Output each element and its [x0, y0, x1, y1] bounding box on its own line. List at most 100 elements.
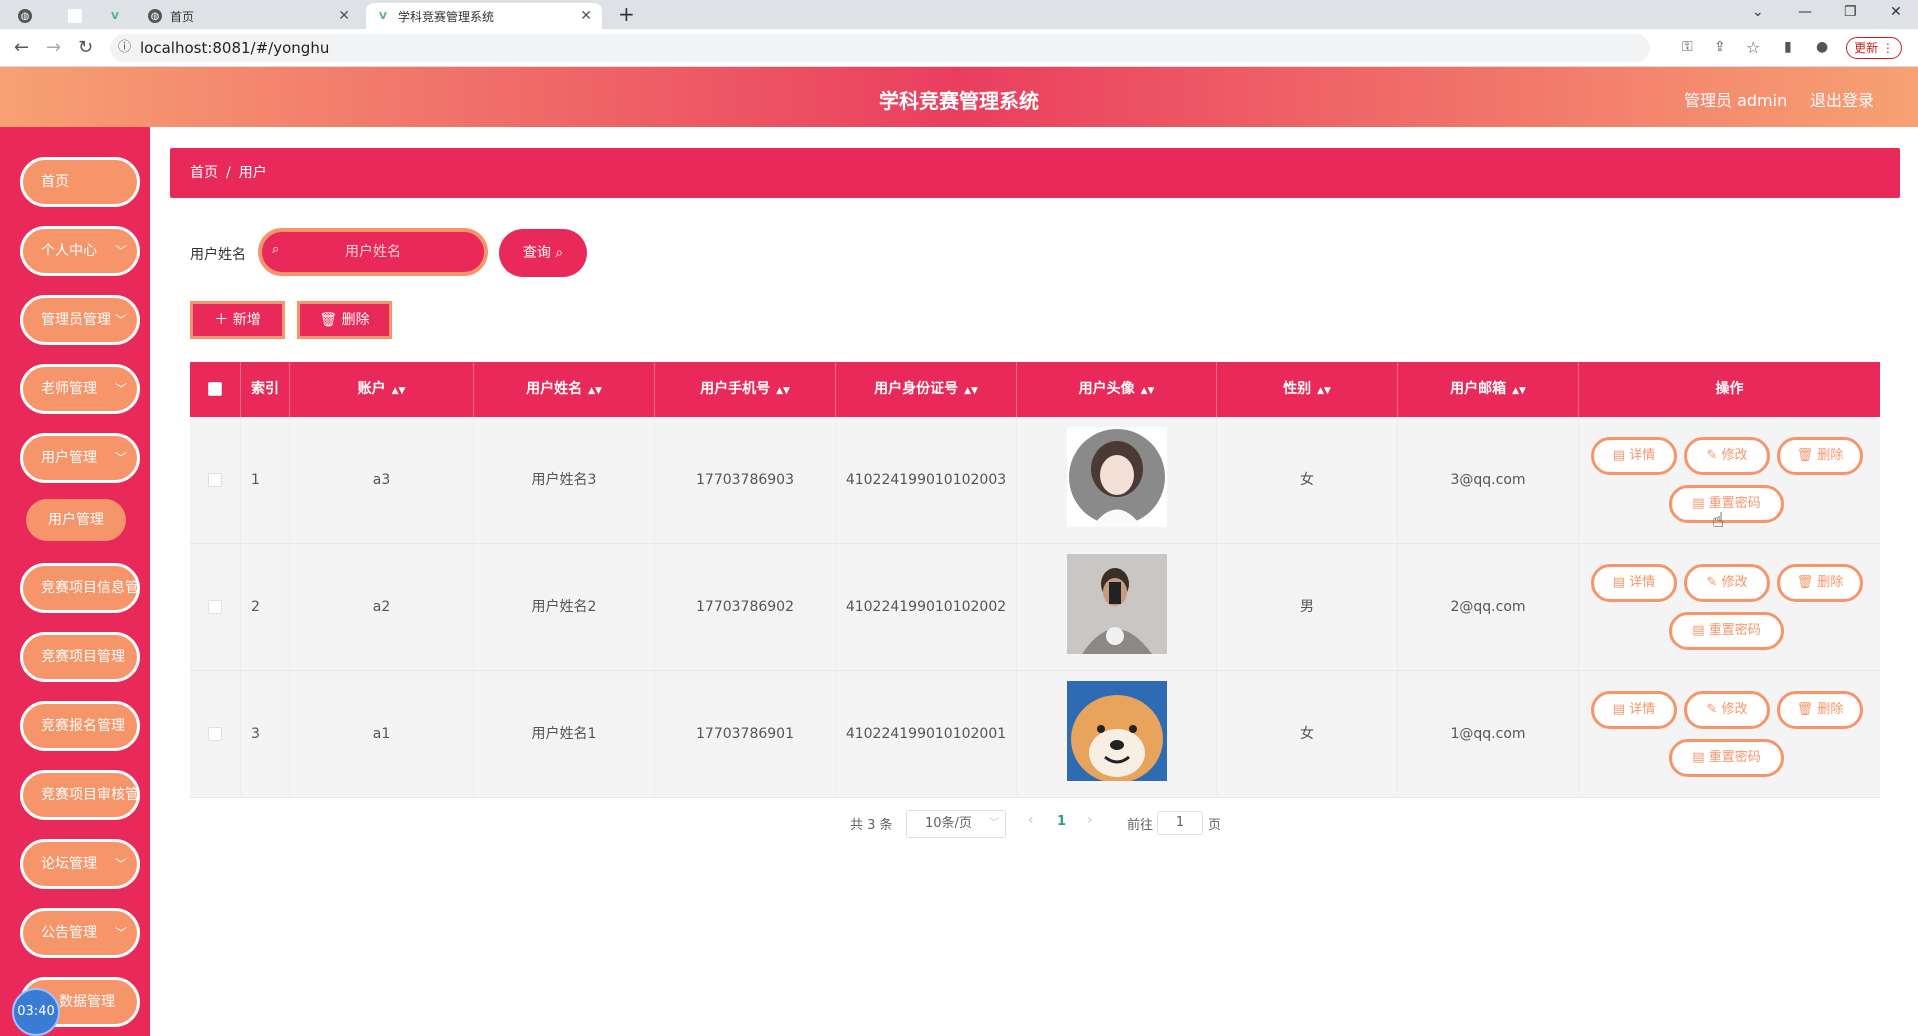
- sort-icon[interactable]: ▲▼: [964, 386, 978, 396]
- browser-tab-active[interactable]: V 学科竞赛管理系统 ✕: [366, 3, 602, 29]
- avatar[interactable]: [1067, 554, 1167, 654]
- detail-button[interactable]: ▤ 详情: [1591, 437, 1677, 475]
- sidebar-subitem-user-management[interactable]: 用户管理: [26, 499, 126, 541]
- detail-button-label: 详情: [1629, 448, 1656, 463]
- url-field[interactable]: ⓘ localhost:8081/#/yonghu: [110, 34, 1650, 62]
- column-header-gender[interactable]: 性别 ▲▼: [1217, 362, 1398, 417]
- sort-icon[interactable]: ▲▼: [776, 386, 790, 396]
- goto-page-input[interactable]: 1: [1157, 811, 1203, 835]
- key-icon[interactable]: ⚿: [1682, 39, 1693, 55]
- sidebar-item-reviews[interactable]: 竞赛项目审核管理: [20, 770, 140, 820]
- sidebar-item-competition-info[interactable]: 竞赛项目信息管理: [20, 563, 140, 613]
- column-header-idcard[interactable]: 用户身份证号 ▲▼: [836, 362, 1017, 417]
- sidebar-item-admins[interactable]: 管理员管理 ﹀: [20, 295, 140, 345]
- edit-button[interactable]: ✎ 修改: [1684, 437, 1770, 475]
- select-all-checkbox[interactable]: [208, 382, 222, 396]
- table-row: 3 a1 用户姓名1 17703786901 41022419901010200…: [190, 671, 1880, 798]
- table-header: 索引 账户 ▲▼ 用户姓名 ▲▼ 用户手机号 ▲▼ 用户身份证号 ▲▼ 用户头像 ▲▼ 性…: [190, 362, 1880, 417]
- edit-button[interactable]: ✎ 修改: [1684, 564, 1770, 602]
- chevron-down-icon[interactable]: ⌄: [1752, 4, 1764, 20]
- restore-icon[interactable]: ❐: [1844, 4, 1857, 20]
- sort-icon[interactable]: ▲▼: [1141, 386, 1155, 396]
- reload-icon[interactable]: ↻: [78, 37, 93, 58]
- row-checkbox[interactable]: [208, 727, 222, 741]
- close-icon[interactable]: ✕: [580, 8, 592, 24]
- column-header-phone[interactable]: 用户手机号 ▲▼: [655, 362, 836, 417]
- sidebar-item-registrations[interactable]: 竞赛报名管理: [20, 701, 140, 751]
- update-button[interactable]: 更新 ⋮: [1846, 37, 1902, 59]
- new-tab-button[interactable]: +: [618, 2, 635, 26]
- avatar[interactable]: [1067, 681, 1167, 781]
- sidebar-item-label: 竞赛报名管理: [41, 718, 125, 734]
- breadcrumb-home[interactable]: 首页: [190, 165, 218, 181]
- row-checkbox[interactable]: [208, 600, 222, 614]
- share-icon[interactable]: ⇪: [1714, 39, 1726, 55]
- row-checkbox[interactable]: [208, 473, 222, 487]
- detail-button[interactable]: ▤ 详情: [1591, 564, 1677, 602]
- sidebar-item-forum[interactable]: 论坛管理 ﹀: [20, 839, 140, 889]
- sidebar-item-users[interactable]: 用户管理 ﹀: [20, 433, 140, 483]
- row-delete-button[interactable]: 🗑 删除: [1777, 564, 1863, 602]
- browser-tab-home[interactable]: ◍ 首页 ✕: [138, 3, 360, 29]
- logout-link[interactable]: 退出登录: [1810, 87, 1874, 111]
- delete-button[interactable]: 🗑 删除: [297, 301, 392, 339]
- sort-icon[interactable]: ▲▼: [588, 386, 602, 396]
- cell-name: 用户姓名2: [474, 544, 655, 671]
- sort-icon[interactable]: ▲▼: [1512, 386, 1526, 396]
- column-header-label: 用户头像: [1078, 381, 1135, 397]
- sidebar-item-label: 管理员管理: [41, 312, 111, 328]
- row-delete-button[interactable]: 🗑 删除: [1777, 691, 1863, 729]
- detail-button[interactable]: ▤ 详情: [1591, 691, 1677, 729]
- sidebar-item-teachers[interactable]: 老师管理 ﹀: [20, 364, 140, 414]
- document-icon: ▤: [1612, 575, 1626, 590]
- prev-page-icon[interactable]: ‹: [1028, 812, 1034, 828]
- sidebar-item-competition-projects[interactable]: 竞赛项目管理: [20, 632, 140, 682]
- avatar[interactable]: [1067, 427, 1167, 527]
- edit-button[interactable]: ✎ 修改: [1684, 691, 1770, 729]
- reset-password-button[interactable]: ▤ 重置密码: [1669, 612, 1784, 650]
- trash-icon: 🗑: [1796, 575, 1814, 590]
- star-icon[interactable]: ☆: [1746, 38, 1760, 57]
- add-button-label: 新增: [232, 312, 261, 328]
- column-header-email[interactable]: 用户邮箱 ▲▼: [1398, 362, 1579, 417]
- row-delete-button[interactable]: 🗑 删除: [1777, 437, 1863, 475]
- column-header-name[interactable]: 用户姓名 ▲▼: [474, 362, 655, 417]
- page-size-select[interactable]: 10条/页 ﹀: [906, 810, 1006, 838]
- sidebar-item-notices[interactable]: 公告管理 ﹀: [20, 908, 140, 958]
- info-icon[interactable]: ⓘ: [118, 34, 131, 62]
- globe-icon: ◍: [18, 9, 32, 23]
- sidepanel-icon[interactable]: ▮: [1784, 39, 1792, 55]
- browser-tab[interactable]: [58, 3, 98, 29]
- close-window-icon[interactable]: ✕: [1890, 4, 1902, 20]
- address-bar-row: ← → ↻ ⓘ localhost:8081/#/yonghu ⚿ ⇪ ☆ ▮ …: [0, 29, 1918, 67]
- forward-icon[interactable]: →: [46, 37, 61, 58]
- sort-icon[interactable]: ▲▼: [392, 386, 406, 396]
- breadcrumb-current: 用户: [238, 165, 267, 181]
- browser-tab[interactable]: V: [98, 3, 138, 29]
- cell-gender: 男: [1217, 544, 1398, 671]
- current-page[interactable]: 1: [1057, 814, 1066, 829]
- delete-button-label: 删除: [1817, 702, 1844, 717]
- column-header-avatar[interactable]: 用户头像 ▲▼: [1017, 362, 1217, 417]
- sort-icon[interactable]: ▲▼: [1317, 386, 1331, 396]
- document-icon: ▤: [1692, 496, 1705, 511]
- sidebar-item-profile[interactable]: 个人中心 ﹀: [20, 226, 140, 276]
- reset-password-button[interactable]: ▤ 重置密码: [1669, 739, 1784, 777]
- close-icon[interactable]: ✕: [338, 8, 350, 24]
- next-page-icon[interactable]: ›: [1087, 812, 1093, 828]
- column-header-account[interactable]: 账户 ▲▼: [290, 362, 474, 417]
- browser-tab[interactable]: ◍: [8, 3, 58, 29]
- cell-account: a2: [290, 544, 474, 671]
- search-input-wrapper: ⌕: [258, 228, 488, 276]
- reset-password-button[interactable]: ▤ 重置密码: [1669, 485, 1784, 523]
- back-icon[interactable]: ←: [14, 37, 29, 58]
- add-button[interactable]: ＋ 新增: [190, 301, 285, 339]
- sidebar-item-home[interactable]: 首页: [20, 157, 140, 207]
- edit-button-label: 修改: [1721, 448, 1748, 463]
- edit-icon: ✎: [1706, 575, 1718, 590]
- profile-icon[interactable]: ●: [1816, 39, 1828, 55]
- search-input[interactable]: [262, 232, 484, 272]
- minimize-icon[interactable]: —: [1798, 4, 1812, 20]
- query-button[interactable]: 查询 ⌕: [499, 229, 587, 277]
- table-row: 1 a3 用户姓名3 17703786903 41022419901010200…: [190, 417, 1880, 544]
